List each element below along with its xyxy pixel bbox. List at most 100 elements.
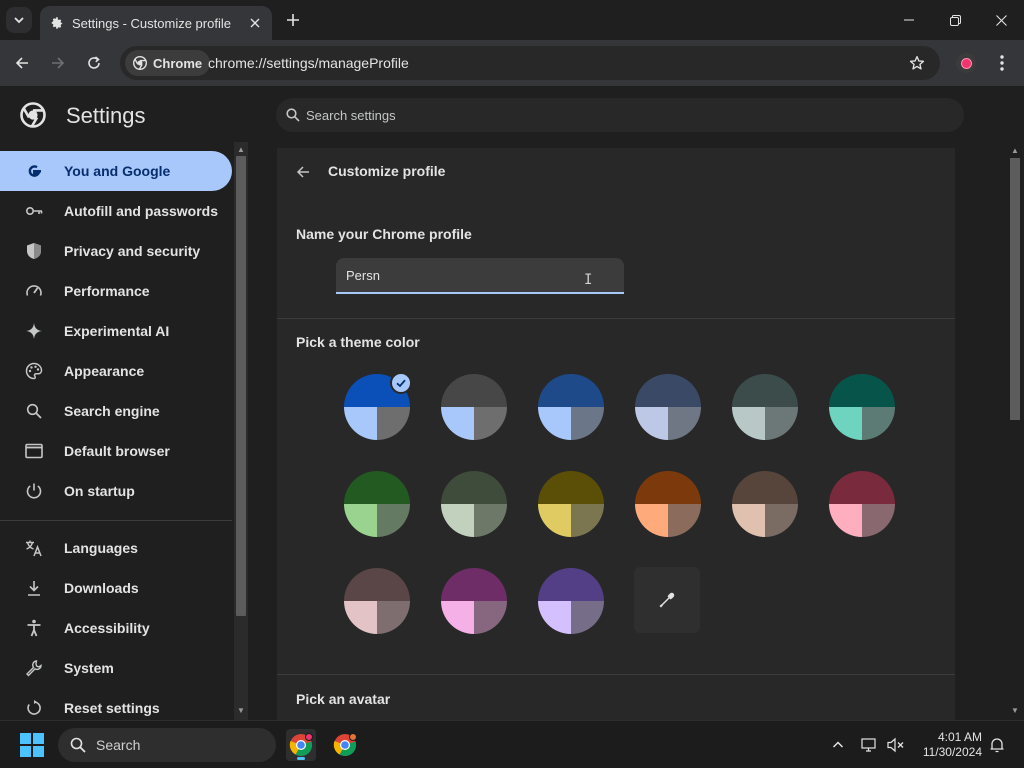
swatch-segment bbox=[571, 601, 604, 634]
chrome-menu-button[interactable] bbox=[992, 52, 1012, 74]
bookmark-button[interactable] bbox=[908, 54, 926, 72]
sidebar-item-label: Reset settings bbox=[64, 700, 160, 716]
sidebar-item-default-browser[interactable]: Default browser bbox=[0, 431, 232, 471]
custom-color-picker-button[interactable] bbox=[634, 567, 700, 633]
chrome-app-icon bbox=[289, 733, 313, 757]
start-button[interactable] bbox=[20, 733, 44, 757]
sidebar-item-privacy[interactable]: Privacy and security bbox=[0, 231, 232, 271]
minimize-button[interactable] bbox=[894, 6, 924, 34]
page-scrollbar[interactable]: ▲ ▼ bbox=[1006, 142, 1024, 720]
sidebar-item-performance[interactable]: Performance bbox=[0, 271, 232, 311]
customize-profile-card: Customize profile Name your Chrome profi… bbox=[277, 148, 955, 720]
back-button[interactable] bbox=[10, 51, 34, 75]
sidebar-item-experimental-ai[interactable]: Experimental AI bbox=[0, 311, 232, 351]
theme-color-swatch[interactable] bbox=[344, 471, 410, 537]
swatch-segment bbox=[635, 374, 701, 407]
sidebar-item-you-and-google[interactable]: You and Google bbox=[0, 151, 232, 191]
speaker-muted-icon bbox=[887, 737, 904, 753]
swatch-segment bbox=[538, 601, 571, 634]
theme-color-swatch[interactable] bbox=[441, 374, 507, 440]
site-info-chip[interactable]: Chrome bbox=[125, 50, 211, 76]
reload-button[interactable] bbox=[82, 51, 106, 75]
swatch-segment bbox=[441, 601, 474, 634]
swatch-segment bbox=[344, 568, 410, 601]
sidebar-item-downloads[interactable]: Downloads bbox=[0, 568, 232, 608]
tab-close-button[interactable] bbox=[246, 14, 264, 32]
swatch-segment bbox=[635, 504, 668, 537]
profile-name-field[interactable] bbox=[336, 258, 624, 294]
theme-color-swatch[interactable] bbox=[538, 568, 604, 634]
sidebar-item-label: Experimental AI bbox=[64, 323, 170, 339]
scroll-up-arrow[interactable]: ▲ bbox=[236, 145, 246, 155]
reset-icon bbox=[24, 698, 44, 718]
page-scrollbar-thumb[interactable] bbox=[1010, 158, 1020, 420]
tab-strip: Settings - Customize profile bbox=[0, 0, 1024, 40]
theme-color-swatch[interactable] bbox=[441, 471, 507, 537]
theme-color-swatch[interactable] bbox=[732, 374, 798, 440]
scroll-down-arrow[interactable]: ▼ bbox=[1010, 706, 1020, 716]
new-tab-button[interactable] bbox=[283, 10, 303, 30]
theme-color-swatch[interactable] bbox=[829, 471, 895, 537]
swatch-circle bbox=[732, 471, 798, 537]
system-clock[interactable]: 4:01 AM 11/30/2024 bbox=[912, 730, 982, 760]
sidebar-scrollbar[interactable]: ▲ ▼ bbox=[234, 142, 248, 720]
restore-button[interactable] bbox=[940, 6, 970, 34]
theme-color-swatch[interactable] bbox=[538, 374, 604, 440]
browser-toolbar: Chrome chrome://settings/manageProfile bbox=[0, 40, 1024, 86]
back-to-people-button[interactable] bbox=[293, 162, 313, 182]
swatch-segment bbox=[538, 374, 604, 407]
swatch-segment bbox=[441, 374, 507, 407]
taskbar-chrome-app[interactable] bbox=[286, 729, 316, 761]
url-text[interactable]: chrome://settings/manageProfile bbox=[208, 55, 409, 71]
search-icon bbox=[24, 401, 44, 421]
notifications-button[interactable] bbox=[987, 735, 1007, 755]
profile-name-input[interactable] bbox=[346, 268, 576, 283]
forward-button[interactable] bbox=[46, 51, 70, 75]
swatch-segment bbox=[571, 504, 604, 537]
chrome-logo-icon bbox=[20, 102, 46, 128]
sidebar-item-appearance[interactable]: Appearance bbox=[0, 351, 232, 391]
taskbar-chrome-app-2[interactable] bbox=[330, 729, 360, 761]
tab-search-button[interactable] bbox=[6, 7, 32, 33]
sidebar-item-on-startup[interactable]: On startup bbox=[0, 471, 232, 511]
sidebar-item-search-engine[interactable]: Search engine bbox=[0, 391, 232, 431]
theme-color-swatch[interactable] bbox=[344, 568, 410, 634]
close-window-button[interactable] bbox=[986, 6, 1016, 34]
sidebar-item-system[interactable]: System bbox=[0, 648, 232, 688]
theme-color-swatch[interactable] bbox=[344, 372, 412, 440]
theme-color-swatch[interactable] bbox=[732, 471, 798, 537]
theme-color-swatch[interactable] bbox=[635, 471, 701, 537]
sidebar-item-label: Search engine bbox=[64, 403, 160, 419]
network-button[interactable] bbox=[860, 735, 880, 755]
swatch-circle bbox=[829, 374, 895, 440]
profile-name-label: Name your Chrome profile bbox=[296, 226, 472, 242]
profile-button[interactable] bbox=[956, 53, 976, 73]
swatch-segment bbox=[635, 471, 701, 504]
search-settings-box[interactable] bbox=[276, 98, 964, 132]
theme-color-swatch[interactable] bbox=[829, 374, 895, 440]
swatch-segment bbox=[732, 504, 765, 537]
swatch-segment bbox=[474, 407, 507, 440]
theme-color-swatch[interactable] bbox=[635, 374, 701, 440]
sidebar-item-accessibility[interactable]: Accessibility bbox=[0, 608, 232, 648]
clock-date: 11/30/2024 bbox=[922, 745, 982, 759]
sidebar-scrollbar-thumb[interactable] bbox=[236, 156, 246, 616]
theme-color-swatch[interactable] bbox=[538, 471, 604, 537]
theme-color-swatch[interactable] bbox=[441, 568, 507, 634]
scroll-up-arrow[interactable]: ▲ bbox=[1010, 146, 1020, 156]
swatch-circle bbox=[635, 471, 701, 537]
swatch-segment bbox=[668, 407, 701, 440]
taskbar-search-label: Search bbox=[96, 737, 141, 753]
sidebar-item-languages[interactable]: Languages bbox=[0, 528, 232, 568]
show-hidden-icons-button[interactable] bbox=[828, 735, 848, 755]
address-bar[interactable]: Chrome chrome://settings/manageProfile bbox=[120, 46, 940, 80]
volume-button[interactable] bbox=[886, 735, 906, 755]
sidebar-item-autofill[interactable]: Autofill and passwords bbox=[0, 191, 232, 231]
scroll-down-arrow[interactable]: ▼ bbox=[236, 706, 246, 716]
search-settings-input[interactable] bbox=[306, 107, 906, 123]
tab-settings[interactable]: Settings - Customize profile bbox=[40, 6, 272, 40]
swatch-circle bbox=[538, 374, 604, 440]
swatch-segment bbox=[474, 504, 507, 537]
selected-check-icon bbox=[390, 372, 412, 394]
taskbar-search-box[interactable]: Search bbox=[58, 728, 276, 762]
